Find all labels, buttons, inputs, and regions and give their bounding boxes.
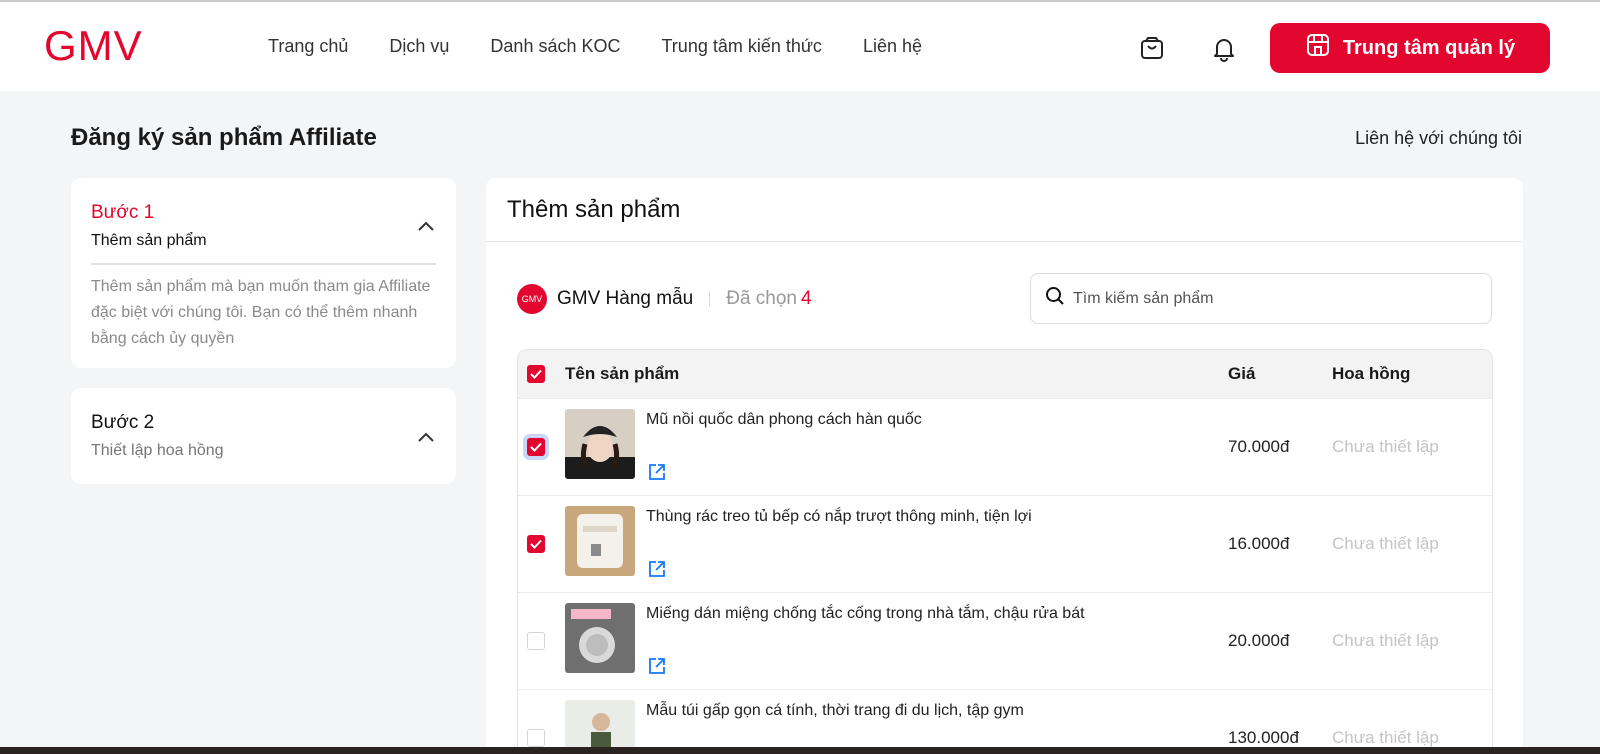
row-checkbox[interactable]: [527, 535, 545, 553]
page-title: Đăng ký sản phẩm Affiliate: [71, 124, 377, 151]
row-checkbox[interactable]: [527, 729, 545, 747]
product-thumbnail: [565, 603, 635, 673]
nav-knowledge-center[interactable]: Trung tâm kiến thức: [661, 36, 821, 57]
product-thumbnail: [565, 506, 635, 576]
step-1-description: Thêm sản phẩm mà bạn muốn tham gia Affil…: [91, 278, 431, 347]
step-2-label: Bước 2: [91, 412, 155, 433]
product-price: 16.000đ: [1228, 534, 1290, 553]
product-name: Thùng rác treo tủ bếp có nắp trượt thông…: [646, 508, 1032, 525]
chevron-up-icon[interactable]: [416, 427, 436, 447]
product-commission: Chưa thiết lập: [1332, 437, 1439, 456]
table-row: Miếng dán miệng chống tắc cống trong nhà…: [518, 592, 1492, 689]
product-name: Mẫu túi gấp gọn cá tính, thời trang đi d…: [646, 702, 1024, 719]
selected-count: 4: [801, 288, 812, 309]
nav-contact[interactable]: Liên hệ: [863, 36, 922, 57]
table-header: Tên sản phẩm Giá Hoa hồng: [518, 350, 1492, 398]
product-commission: Chưa thiết lập: [1332, 534, 1439, 553]
panel-title: Thêm sản phẩm: [507, 196, 681, 223]
row-checkbox[interactable]: [527, 438, 545, 456]
product-price: 20.000đ: [1228, 631, 1290, 650]
row-checkbox[interactable]: [527, 632, 545, 650]
add-products-panel: Thêm sản phẩm GMV GMV Hàng mẫu Đã chọn 4 …: [486, 178, 1523, 754]
selected-count-label: Đã chọn 4: [726, 288, 812, 309]
chevron-up-icon[interactable]: [416, 216, 436, 236]
management-center-button[interactable]: Trung tâm quản lý: [1270, 23, 1550, 73]
step-1-label: Bước 1: [91, 202, 155, 223]
nav-home[interactable]: Trang chủ: [268, 36, 348, 57]
shop-info: GMV GMV Hàng mẫu Đã chọn 4: [517, 284, 812, 314]
step-1-subtitle: Thêm sản phẩm: [91, 232, 207, 249]
step-2-subtitle: Thiết lập hoa hồng: [91, 442, 224, 459]
gmv-logo[interactable]: GMV: [44, 25, 143, 67]
nav-koc-list[interactable]: Danh sách KOC: [490, 36, 620, 57]
store-icon: [1305, 32, 1331, 64]
external-link-icon[interactable]: [648, 657, 666, 675]
management-center-label: Trung tâm quản lý: [1342, 36, 1516, 59]
product-table: Tên sản phẩm Giá Hoa hồng Mũ nồi quốc dâ…: [517, 349, 1493, 754]
panel-divider: [486, 241, 1523, 242]
external-link-icon[interactable]: [648, 463, 666, 481]
table-row: Mũ nồi quốc dân phong cách hàn quốc 70.0…: [518, 398, 1492, 495]
column-header-price: Giá: [1228, 364, 1256, 383]
search-input[interactable]: [1073, 289, 1473, 308]
table-row: Mẫu túi gấp gọn cá tính, thời trang đi d…: [518, 689, 1492, 754]
product-thumbnail: [565, 700, 635, 754]
separator: [709, 291, 711, 307]
contact-us-link[interactable]: Liên hệ với chúng tôi: [1355, 128, 1522, 149]
step-2-card[interactable]: Bước 2 Thiết lập hoa hồng: [71, 388, 456, 484]
select-all-checkbox[interactable]: [527, 365, 545, 383]
taskbar-edge: [0, 747, 1600, 754]
product-name: Miếng dán miệng chống tắc cống trong nhà…: [646, 605, 1085, 622]
shop-name: GMV Hàng mẫu: [557, 288, 694, 309]
external-link-icon[interactable]: [648, 560, 666, 578]
step-1-card: Bước 1 Thêm sản phẩm Thêm sản phẩm mà bạ…: [71, 178, 456, 368]
column-header-commission: Hoa hồng: [1332, 364, 1411, 383]
shop-avatar: GMV: [517, 284, 547, 314]
search-icon: [1045, 286, 1065, 311]
product-price: 70.000đ: [1228, 437, 1290, 456]
product-name: Mũ nồi quốc dân phong cách hàn quốc: [646, 411, 922, 428]
product-commission: Chưa thiết lập: [1332, 631, 1439, 650]
shopping-bag-icon[interactable]: [1135, 31, 1169, 65]
product-thumbnail: [565, 409, 635, 479]
table-row: Thùng rác treo tủ bếp có nắp trượt thông…: [518, 495, 1492, 592]
product-price: 130.000đ: [1228, 728, 1299, 747]
main-nav: Trang chủ Dịch vụ Danh sách KOC Trung tâ…: [268, 36, 963, 57]
bell-icon[interactable]: [1207, 31, 1241, 65]
search-box[interactable]: [1030, 273, 1492, 324]
step-1-divider: [91, 263, 436, 265]
product-commission: Chưa thiết lập: [1332, 728, 1439, 747]
nav-services[interactable]: Dịch vụ: [389, 36, 449, 57]
column-header-name: Tên sản phẩm: [565, 364, 680, 383]
top-header: GMV Trang chủ Dịch vụ Danh sách KOC Trun…: [0, 2, 1600, 91]
